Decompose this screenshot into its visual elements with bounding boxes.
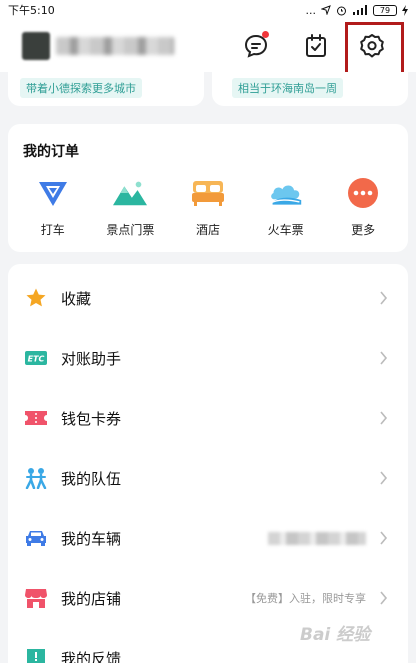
order-train-tickets[interactable]: 火车票: [253, 176, 319, 238]
chevron-right-icon: [376, 531, 390, 545]
chevron-right-icon: [376, 471, 390, 485]
chevron-right-icon: [376, 411, 390, 425]
menu-label-my-team: 我的队伍: [61, 469, 122, 488]
menu-item-favorites[interactable]: 收藏: [8, 268, 408, 328]
charging-icon: [402, 4, 408, 16]
order-label-hotel: 酒店: [195, 223, 220, 237]
signal-icon: [353, 5, 367, 15]
train-cloud-icon: [270, 185, 301, 205]
hotel-bed-icon: [191, 181, 224, 206]
promo-tag-distance: 相当于环海南岛一周: [232, 78, 343, 98]
orders-grid: 打车 景点门票 酒店 火车票 更多: [8, 176, 408, 238]
promo-card-distance[interactable]: 相当于环海南岛一周: [212, 72, 408, 106]
promo-strip: 带着小德探索更多城市 相当于环海南岛一周: [8, 72, 408, 112]
shop-icon: [24, 586, 48, 610]
ticket-icon: [24, 406, 48, 430]
order-hotel[interactable]: 酒店: [175, 176, 241, 238]
order-taxi[interactable]: 打车: [20, 176, 86, 238]
alarm-icon: [337, 6, 346, 15]
avatar[interactable]: [22, 32, 50, 60]
chevron-right-icon: [376, 291, 390, 305]
menu-item-billing-assistant[interactable]: ETC 对账助手: [8, 328, 408, 388]
order-label-scenic-tickets: 景点门票: [106, 223, 155, 237]
menu-label-feedback: 我的反馈: [61, 649, 122, 663]
feedback-icon: [24, 646, 48, 663]
menu-label-favorites: 收藏: [61, 289, 92, 308]
vehicle-plate-redacted: [268, 531, 366, 545]
more-dots-icon: [348, 178, 379, 208]
menu-item-wallet-coupons[interactable]: 钱包卡券: [8, 388, 408, 448]
location-icon: [321, 5, 331, 15]
order-label-more: 更多: [351, 223, 376, 237]
promo-card-explore[interactable]: 带着小德探索更多城市: [8, 72, 204, 106]
team-icon: [24, 466, 48, 490]
task-check-icon: [306, 34, 326, 57]
taxi-icon: [38, 182, 67, 206]
order-more[interactable]: 更多: [330, 176, 396, 238]
chevron-right-icon: [376, 351, 390, 365]
menu-item-my-team[interactable]: 我的队伍: [8, 448, 408, 508]
star-icon: [24, 286, 48, 310]
status-time: 下午5:10: [8, 4, 55, 17]
task-button[interactable]: [296, 26, 336, 66]
chevron-right-icon: [376, 591, 390, 605]
shop-promo-text: 【免费】入驻，限时专享: [245, 592, 366, 605]
order-label-train-tickets: 火车票: [267, 223, 304, 237]
menu-item-my-shop[interactable]: 我的店铺 【免费】入驻，限时专享: [8, 568, 408, 628]
battery-icon: 79: [373, 4, 397, 16]
menu-label-wallet-coupons: 钱包卡券: [61, 409, 122, 428]
orders-card: 我的订单 打车 景点门票 酒店 火车票 更多: [8, 124, 408, 252]
status-indicators: ... 79: [305, 3, 408, 17]
menu-label-my-vehicles: 我的车辆: [61, 529, 122, 548]
order-label-taxi: 打车: [40, 223, 65, 237]
menu-list: 收藏 ETC 对账助手 钱包卡券 我的队伍 我的车辆 我的店铺 【免费】入驻，限…: [8, 264, 408, 663]
car-icon: [24, 526, 48, 550]
orders-title: 我的订单: [23, 144, 79, 160]
username-redacted[interactable]: [56, 37, 174, 55]
order-scenic-tickets[interactable]: 景点门票: [97, 176, 163, 238]
scenic-mountain-icon: [113, 181, 148, 206]
menu-label-my-shop: 我的店铺: [61, 589, 122, 608]
menu-label-billing-assistant: 对账助手: [61, 349, 122, 368]
promo-tag-explore: 带着小德探索更多城市: [20, 78, 142, 98]
notification-dot: [262, 31, 269, 38]
watermark: Bai 经验: [300, 625, 371, 645]
message-button[interactable]: [236, 26, 276, 66]
etc-icon-text: ETC: [28, 355, 45, 364]
status-bar: 下午5:10 ... 79: [0, 0, 416, 20]
status-dots: ...: [305, 3, 317, 17]
etc-icon: ETC: [24, 346, 48, 370]
menu-item-my-vehicles[interactable]: 我的车辆: [8, 508, 408, 568]
settings-highlight-annotation: [345, 22, 404, 75]
